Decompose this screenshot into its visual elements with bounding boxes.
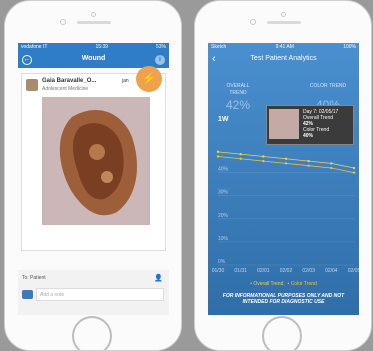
y-tick-label: 20% <box>218 213 229 219</box>
camera-icon[interactable] <box>22 290 33 299</box>
note-input[interactable]: Add a note <box>36 288 164 301</box>
camera <box>60 19 66 25</box>
recipient-label: To: Patient <box>22 275 46 281</box>
legend-color: Color Trend <box>290 281 317 287</box>
page-title: Wound <box>81 55 106 62</box>
author-role: Adolescent Medicine <box>42 86 89 92</box>
carrier: vodafone IT <box>21 44 48 50</box>
camera <box>250 19 256 25</box>
data-point <box>262 159 265 163</box>
analytics-fab-icon[interactable]: ⚡ <box>136 66 162 92</box>
x-tick-label: 02/03 <box>302 268 315 274</box>
avatar <box>26 79 38 91</box>
y-tick-label: 0% <box>218 259 226 265</box>
data-point <box>284 162 288 165</box>
data-point <box>330 162 333 165</box>
y-tick-label: 10% <box>218 236 229 242</box>
post-date: jan <box>122 78 129 84</box>
speaker <box>267 21 301 24</box>
info-icon[interactable]: i <box>155 55 165 65</box>
trend-chart: 0% 10% 20% 30% 40% 01/30 01/31 02/01 02/02 02/03 0… <box>212 150 359 274</box>
data-point <box>330 166 333 170</box>
data-point <box>307 164 310 167</box>
x-tick-label: 01/31 <box>234 268 247 274</box>
status-bar: vodafone IT 15:39 53% <box>18 43 169 52</box>
add-recipient-icon[interactable]: 👤 <box>154 274 163 282</box>
tooltip-text: Day 7: 02/05/17 Overall Trend 42% Color … <box>303 109 338 139</box>
speaker-dot <box>91 12 96 17</box>
x-tick-label: 02/01 <box>257 268 270 274</box>
clock: 15:39 <box>95 44 108 50</box>
disclaimer: FOR INFORMATIONAL PURPOSES ONLY AND NOT … <box>222 293 345 305</box>
data-point <box>284 157 288 160</box>
data-point <box>352 171 356 174</box>
x-tick-label: 02/02 <box>280 268 293 274</box>
legend-overall: Overall Trend <box>253 281 284 287</box>
battery: 53% <box>155 44 166 50</box>
left-phone: vodafone IT 15:39 53% ← Wound i Gaia Bar… <box>4 0 182 351</box>
wound-screen: vodafone IT 15:39 53% ← Wound i Gaia Bar… <box>18 43 169 315</box>
speaker-dot <box>281 12 286 17</box>
right-phone: Sketch 9:41 AM 100% ‹ Test Patient Analy… <box>194 0 372 351</box>
author-name[interactable]: Gaia Baravalle_O... <box>42 78 96 84</box>
wound-post-card: Gaia Baravalle_O... Adolescent Medicine … <box>21 66 166 251</box>
x-tick-label: 02/05 <box>348 268 359 274</box>
x-tick-label: 02/04 <box>325 268 338 274</box>
analytics-screen: Sketch 9:41 AM 100% ‹ Test Patient Analy… <box>208 43 359 315</box>
tooltip-wound-thumbnail <box>269 109 299 139</box>
composer: To: Patient 👤 Add a note <box>18 270 169 315</box>
day-tooltip: Day 7: 02/05/17 Overall Trend 42% Color … <box>266 105 354 145</box>
home-button[interactable] <box>72 316 112 350</box>
data-point <box>352 166 356 170</box>
data-point <box>216 155 220 158</box>
tooltip-v2: 40% <box>303 133 314 139</box>
home-button[interactable] <box>262 316 302 350</box>
x-tick-label: 01/30 <box>212 268 225 274</box>
wound-photo[interactable] <box>42 97 150 225</box>
data-point <box>262 155 265 158</box>
chart-legend: • Overall Trend • Color Trend <box>208 281 359 287</box>
data-point <box>239 157 242 160</box>
y-tick-label: 30% <box>218 190 229 196</box>
y-tick-label: 40% <box>218 167 229 173</box>
speaker <box>77 21 111 24</box>
data-point <box>216 150 220 154</box>
legend-dot: • <box>250 281 252 287</box>
data-point <box>239 152 242 156</box>
data-point <box>307 159 310 163</box>
legend-dot: • <box>287 281 290 287</box>
